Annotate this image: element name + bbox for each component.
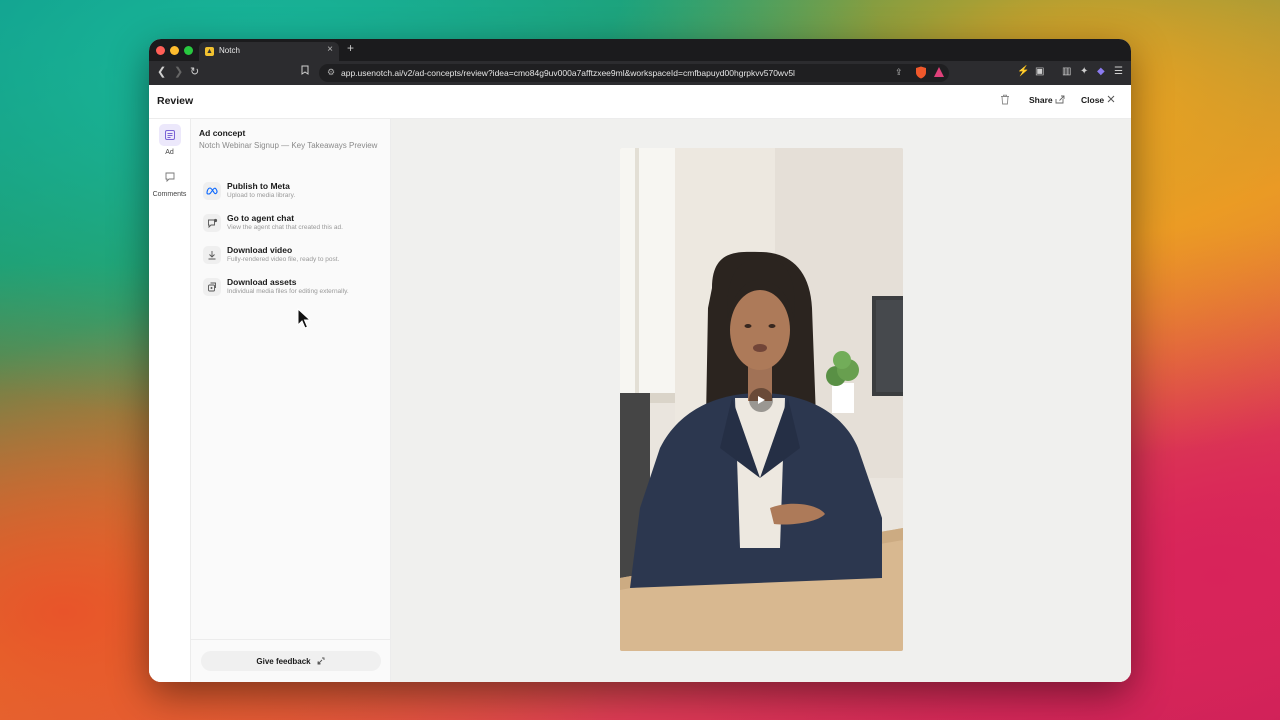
download-video-action[interactable]: Download video Fully-rendered video file… bbox=[203, 244, 383, 272]
action-title: Publish to Meta bbox=[227, 181, 290, 191]
rail-item-ad[interactable]: Ad bbox=[149, 124, 190, 156]
share-icon bbox=[1055, 95, 1065, 104]
browser-tab-bar: ▲ Notch × + bbox=[149, 39, 1131, 61]
ad-concept-panel: Ad concept Notch Webinar Signup — Key Ta… bbox=[191, 119, 391, 682]
share-button[interactable]: Share bbox=[1029, 95, 1065, 105]
rail-item-comments[interactable]: Comments bbox=[149, 166, 190, 198]
address-bar[interactable]: ⚙ app.usenotch.ai/v2/ad-concepts/review?… bbox=[319, 64, 949, 82]
chat-bubble-icon bbox=[203, 214, 221, 232]
comment-icon bbox=[159, 166, 181, 188]
brave-shield-icon[interactable] bbox=[915, 66, 927, 81]
go-to-agent-chat-action[interactable]: Go to agent chat View the agent chat tha… bbox=[203, 212, 383, 240]
mouse-cursor-icon bbox=[297, 307, 312, 335]
feedback-label: Give feedback bbox=[256, 656, 311, 666]
action-subtitle: Individual media files for editing exter… bbox=[227, 288, 349, 295]
share-page-icon[interactable]: ⇪ bbox=[895, 67, 903, 78]
trash-icon bbox=[1001, 94, 1009, 105]
reload-icon[interactable]: ↻ bbox=[190, 65, 199, 78]
action-subtitle: View the agent chat that created this ad… bbox=[227, 224, 343, 231]
give-feedback-button[interactable]: Give feedback bbox=[201, 651, 381, 671]
browser-menu-icon[interactable]: ☰ bbox=[1114, 66, 1123, 77]
action-subtitle: Upload to media library. bbox=[227, 192, 296, 199]
publish-to-meta-action[interactable]: Publish to Meta Upload to media library. bbox=[203, 180, 383, 208]
browser-window: ▲ Notch × + ❮ ❯ ↻ ⚙ app.usenotch.ai/v2/a… bbox=[149, 39, 1131, 682]
tab-title: Notch bbox=[219, 46, 240, 55]
assets-icon bbox=[203, 278, 221, 296]
rail-label-ad: Ad bbox=[165, 149, 174, 156]
action-title: Download video bbox=[227, 245, 293, 255]
panel-footer: Give feedback bbox=[191, 639, 390, 682]
back-icon[interactable]: ❮ bbox=[157, 65, 166, 78]
browser-tab-notch[interactable]: ▲ Notch × bbox=[199, 42, 339, 61]
meta-icon bbox=[203, 182, 221, 200]
new-tab-button[interactable]: + bbox=[347, 41, 354, 55]
play-button[interactable] bbox=[749, 388, 773, 412]
action-subtitle: Fully-rendered video file, ready to post… bbox=[227, 256, 340, 263]
browser-toolbar: ❮ ❯ ↻ ⚙ app.usenotch.ai/v2/ad-concepts/r… bbox=[149, 61, 1131, 85]
ad-icon bbox=[158, 124, 181, 146]
url-text[interactable]: app.usenotch.ai/v2/ad-concepts/review?id… bbox=[341, 68, 795, 78]
play-icon bbox=[757, 396, 765, 404]
left-rail: Ad Comments bbox=[149, 119, 191, 682]
preview-canvas bbox=[391, 119, 1131, 682]
brave-rewards-icon[interactable] bbox=[933, 66, 945, 81]
share-label: Share bbox=[1029, 95, 1053, 105]
feedback-icon bbox=[317, 657, 325, 665]
close-icon bbox=[1107, 95, 1114, 103]
concept-label: Ad concept bbox=[199, 128, 246, 138]
vpn-icon[interactable]: ◆ bbox=[1097, 66, 1105, 77]
tab-close-icon[interactable]: × bbox=[327, 44, 333, 55]
download-icon bbox=[203, 246, 221, 264]
forward-icon[interactable]: ❯ bbox=[174, 65, 183, 78]
delete-button[interactable] bbox=[1000, 94, 1010, 108]
ad-video-player[interactable] bbox=[620, 148, 903, 651]
window-zoom-button[interactable] bbox=[184, 46, 193, 55]
rail-label-comments: Comments bbox=[152, 191, 187, 198]
page-title: Review bbox=[157, 95, 194, 107]
bookmark-icon[interactable] bbox=[301, 65, 309, 78]
close-label: Close bbox=[1081, 95, 1105, 105]
close-button[interactable]: Close bbox=[1081, 95, 1115, 105]
notch-favicon-icon: ▲ bbox=[205, 47, 214, 56]
action-title: Download assets bbox=[227, 277, 297, 287]
leo-ai-icon[interactable]: ✦ bbox=[1080, 66, 1088, 77]
review-app: Review Share Close Ad Comments Ad concep… bbox=[149, 85, 1131, 682]
site-settings-icon[interactable]: ⚙ bbox=[327, 67, 335, 78]
download-assets-action[interactable]: Download assets Individual media files f… bbox=[203, 276, 383, 304]
window-minimize-button[interactable] bbox=[170, 46, 179, 55]
review-header: Review Share Close bbox=[149, 85, 1131, 119]
window-close-button[interactable] bbox=[156, 46, 165, 55]
extensions-icon[interactable]: ⚡ bbox=[1017, 66, 1029, 77]
concept-name: Notch Webinar Signup — Key Takeaways Pre… bbox=[199, 141, 378, 150]
wallet-icon[interactable]: ▣ bbox=[1035, 66, 1044, 77]
action-title: Go to agent chat bbox=[227, 213, 295, 223]
sidebar-icon[interactable]: ▥ bbox=[1062, 66, 1071, 77]
